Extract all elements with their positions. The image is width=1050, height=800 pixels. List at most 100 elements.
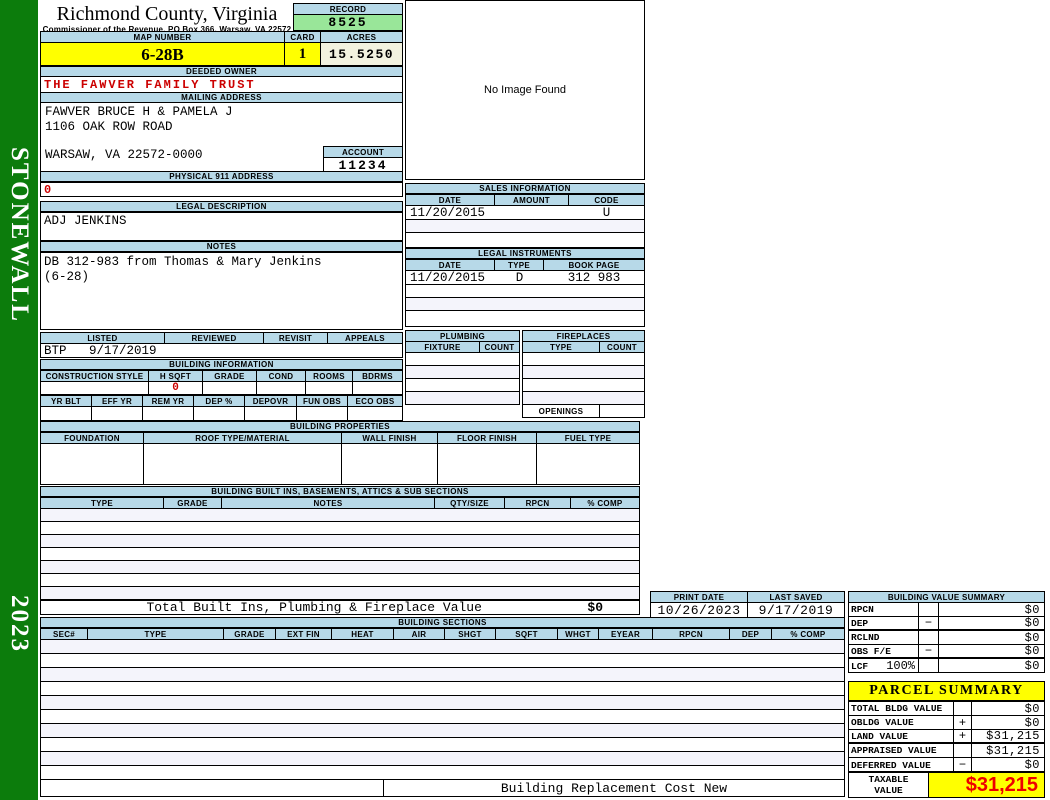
building-information-header: BUILDING INFORMATION — [40, 359, 403, 370]
parcel-summary-title: PARCEL SUMMARY — [848, 681, 1045, 701]
building-sections-header: BUILDING SECTIONS — [40, 617, 845, 628]
grade-value — [203, 382, 257, 394]
last-saved-label: LAST SAVED — [769, 592, 823, 602]
depovr-label: DEPOVR — [245, 396, 297, 406]
eco-obs-label: ECO OBS — [355, 396, 395, 406]
bs-grade-label: GRADE — [224, 629, 276, 639]
bi-comp-label: % COMP — [587, 498, 623, 508]
empty-row — [406, 285, 644, 298]
empty-row — [41, 682, 844, 696]
h-sqft-value: 0 — [149, 382, 203, 394]
building-information-row2: YR BLT EFF YR REM YR DEP % DEPOVR FUN OB… — [40, 395, 403, 421]
taxable-value-row: TAXABLE VALUE $31,215 — [848, 772, 1045, 798]
li-type-value: D — [515, 271, 524, 284]
notes-header: NOTES — [40, 241, 403, 252]
bi-type-label: TYPE — [41, 498, 164, 508]
yr-blt-label: YR BLT — [41, 396, 92, 406]
empty-row — [406, 366, 519, 379]
empty-row — [406, 353, 519, 366]
openings-row: OPENINGS — [523, 405, 644, 417]
empty-row — [41, 668, 844, 682]
last-saved-value: 9/17/2019 — [758, 603, 834, 617]
ps-row-appraised: APPRAISED VALUE $31,215 — [849, 744, 1044, 758]
plumbing-title: PLUMBING — [439, 331, 486, 341]
empty-row — [41, 766, 844, 780]
roof-type-label: ROOF TYPE/MATERIAL — [144, 433, 342, 443]
account-box: ACCOUNT 11234 — [323, 146, 403, 173]
empty-row — [406, 220, 644, 233]
rooms-label: ROOMS — [306, 371, 353, 381]
fireplaces-title: FIREPLACES — [556, 331, 611, 341]
legal-description-header: LEGAL DESCRIPTION — [40, 201, 403, 212]
sales-date-value: 11/20/2015 — [410, 206, 486, 219]
mailing-line-3: WARSAW, VA 22572-0000 — [45, 148, 203, 162]
built-ins-total-row: Total Built Ins, Plumbing & Fireplace Va… — [40, 600, 640, 615]
deeded-owner-value: THE FAWVER FAMILY TRUST — [40, 77, 403, 92]
bvs-row-dep: DEP − $0 — [849, 617, 1044, 631]
account-label: ACCOUNT — [341, 147, 385, 157]
li-bookpage-value: 312 983 — [567, 271, 621, 284]
account-value: 11234 — [338, 158, 388, 172]
physical-911-value: 0 — [44, 182, 52, 197]
county-header: Richmond County, Virginia Commissioner o… — [42, 3, 292, 34]
notes-line-2: (6-28) — [44, 270, 90, 284]
floor-finish-label: FLOOR FINISH — [438, 433, 537, 443]
bs-sec-label: SEC# — [41, 629, 88, 639]
map-card-acres: MAP NUMBER CARD ACRES 6-28B 1 15.5250 — [40, 31, 403, 66]
empty-row — [406, 311, 644, 324]
building-value-summary: BUILDING VALUE SUMMARY RPCN $0 DEP − $0 … — [848, 591, 1045, 673]
fireplace-count-label: COUNT — [607, 342, 637, 352]
physical-911-header: PHYSICAL 911 ADDRESS — [40, 171, 403, 182]
sales-date-label: DATE — [406, 195, 495, 205]
record-label: RECORD — [329, 4, 367, 14]
bs-heat-label: HEAT — [332, 629, 394, 639]
empty-row — [41, 574, 639, 587]
revisit-label: REVISIT — [264, 333, 328, 343]
empty-row — [41, 587, 639, 599]
parcel-summary-table: TOTAL BLDG VALUE $0 OBLDG VALUE + $0 LAN… — [848, 701, 1045, 772]
bi-grade-label: GRADE — [164, 498, 222, 508]
built-ins-total-value: $0 — [587, 600, 603, 615]
building-properties-table: FOUNDATION ROOF TYPE/MATERIAL WALL FINIS… — [40, 432, 640, 485]
construction-style-value — [41, 382, 149, 394]
bvs-title: BUILDING VALUE SUMMARY — [887, 592, 1006, 602]
li-date-value: 11/20/2015 — [410, 271, 486, 284]
empty-row — [406, 233, 644, 246]
dep-pct-label: DEP % — [194, 396, 245, 406]
lcf-percent: 100% — [886, 659, 915, 673]
sales-amount-value — [495, 206, 569, 219]
empty-row — [523, 366, 644, 379]
building-sections-table: SEC# TYPE GRADE EXT FIN HEAT AIR SHGT SQ… — [40, 628, 845, 797]
plumbing-table: PLUMBING FIXTURE COUNT — [405, 330, 520, 405]
notes-box: DB 312-983 from Thomas & Mary Jenkins (6… — [40, 252, 403, 330]
sales-row: 11/20/2015 U — [406, 206, 644, 220]
legal-instruments-table: DATE TYPE BOOK PAGE 11/20/2015 D 312 983 — [405, 259, 645, 327]
eff-yr-label: EFF YR — [92, 396, 143, 406]
card-value: 1 — [285, 43, 321, 65]
fun-obs-label: FUN OBS — [297, 396, 348, 406]
empty-row — [406, 298, 644, 311]
bvs-row-rclnd: RCLND $0 — [849, 631, 1044, 645]
bi-notes-label: NOTES — [222, 498, 435, 508]
empty-row — [41, 640, 844, 654]
listed-value: BTP 9/17/2019 — [44, 344, 157, 357]
empty-row — [41, 738, 844, 752]
fireplaces-table: FIREPLACES TYPE COUNT OPENINGS — [522, 330, 645, 418]
ps-row-deferred: DEFERRED VALUE − $0 — [851, 758, 1040, 772]
bvs-row-lcf: LCF 100% $0 — [851, 659, 1040, 673]
bs-type-label: TYPE — [88, 629, 224, 639]
acres-value: 15.5250 — [321, 43, 402, 65]
empty-row — [41, 654, 844, 668]
empty-row — [406, 392, 519, 404]
appeals-label: APPEALS — [345, 333, 385, 343]
legal-instrument-row: 11/20/2015 D 312 983 — [406, 271, 644, 285]
mailing-line-2: 1106 OAK ROW ROAD — [45, 120, 173, 134]
wall-finish-label: WALL FINISH — [342, 433, 438, 443]
mailing-line-1: FAWVER BRUCE H & PAMELA J — [45, 105, 233, 119]
building-properties-header: BUILDING PROPERTIES — [40, 421, 640, 432]
li-type-label: TYPE — [495, 260, 544, 270]
built-ins-table: TYPE GRADE NOTES QTY/SIZE RPCN % COMP — [40, 497, 640, 600]
district-name: STONEWALL — [6, 146, 33, 323]
openings-label: OPENINGS — [523, 405, 600, 417]
card-label: CARD — [285, 32, 321, 42]
